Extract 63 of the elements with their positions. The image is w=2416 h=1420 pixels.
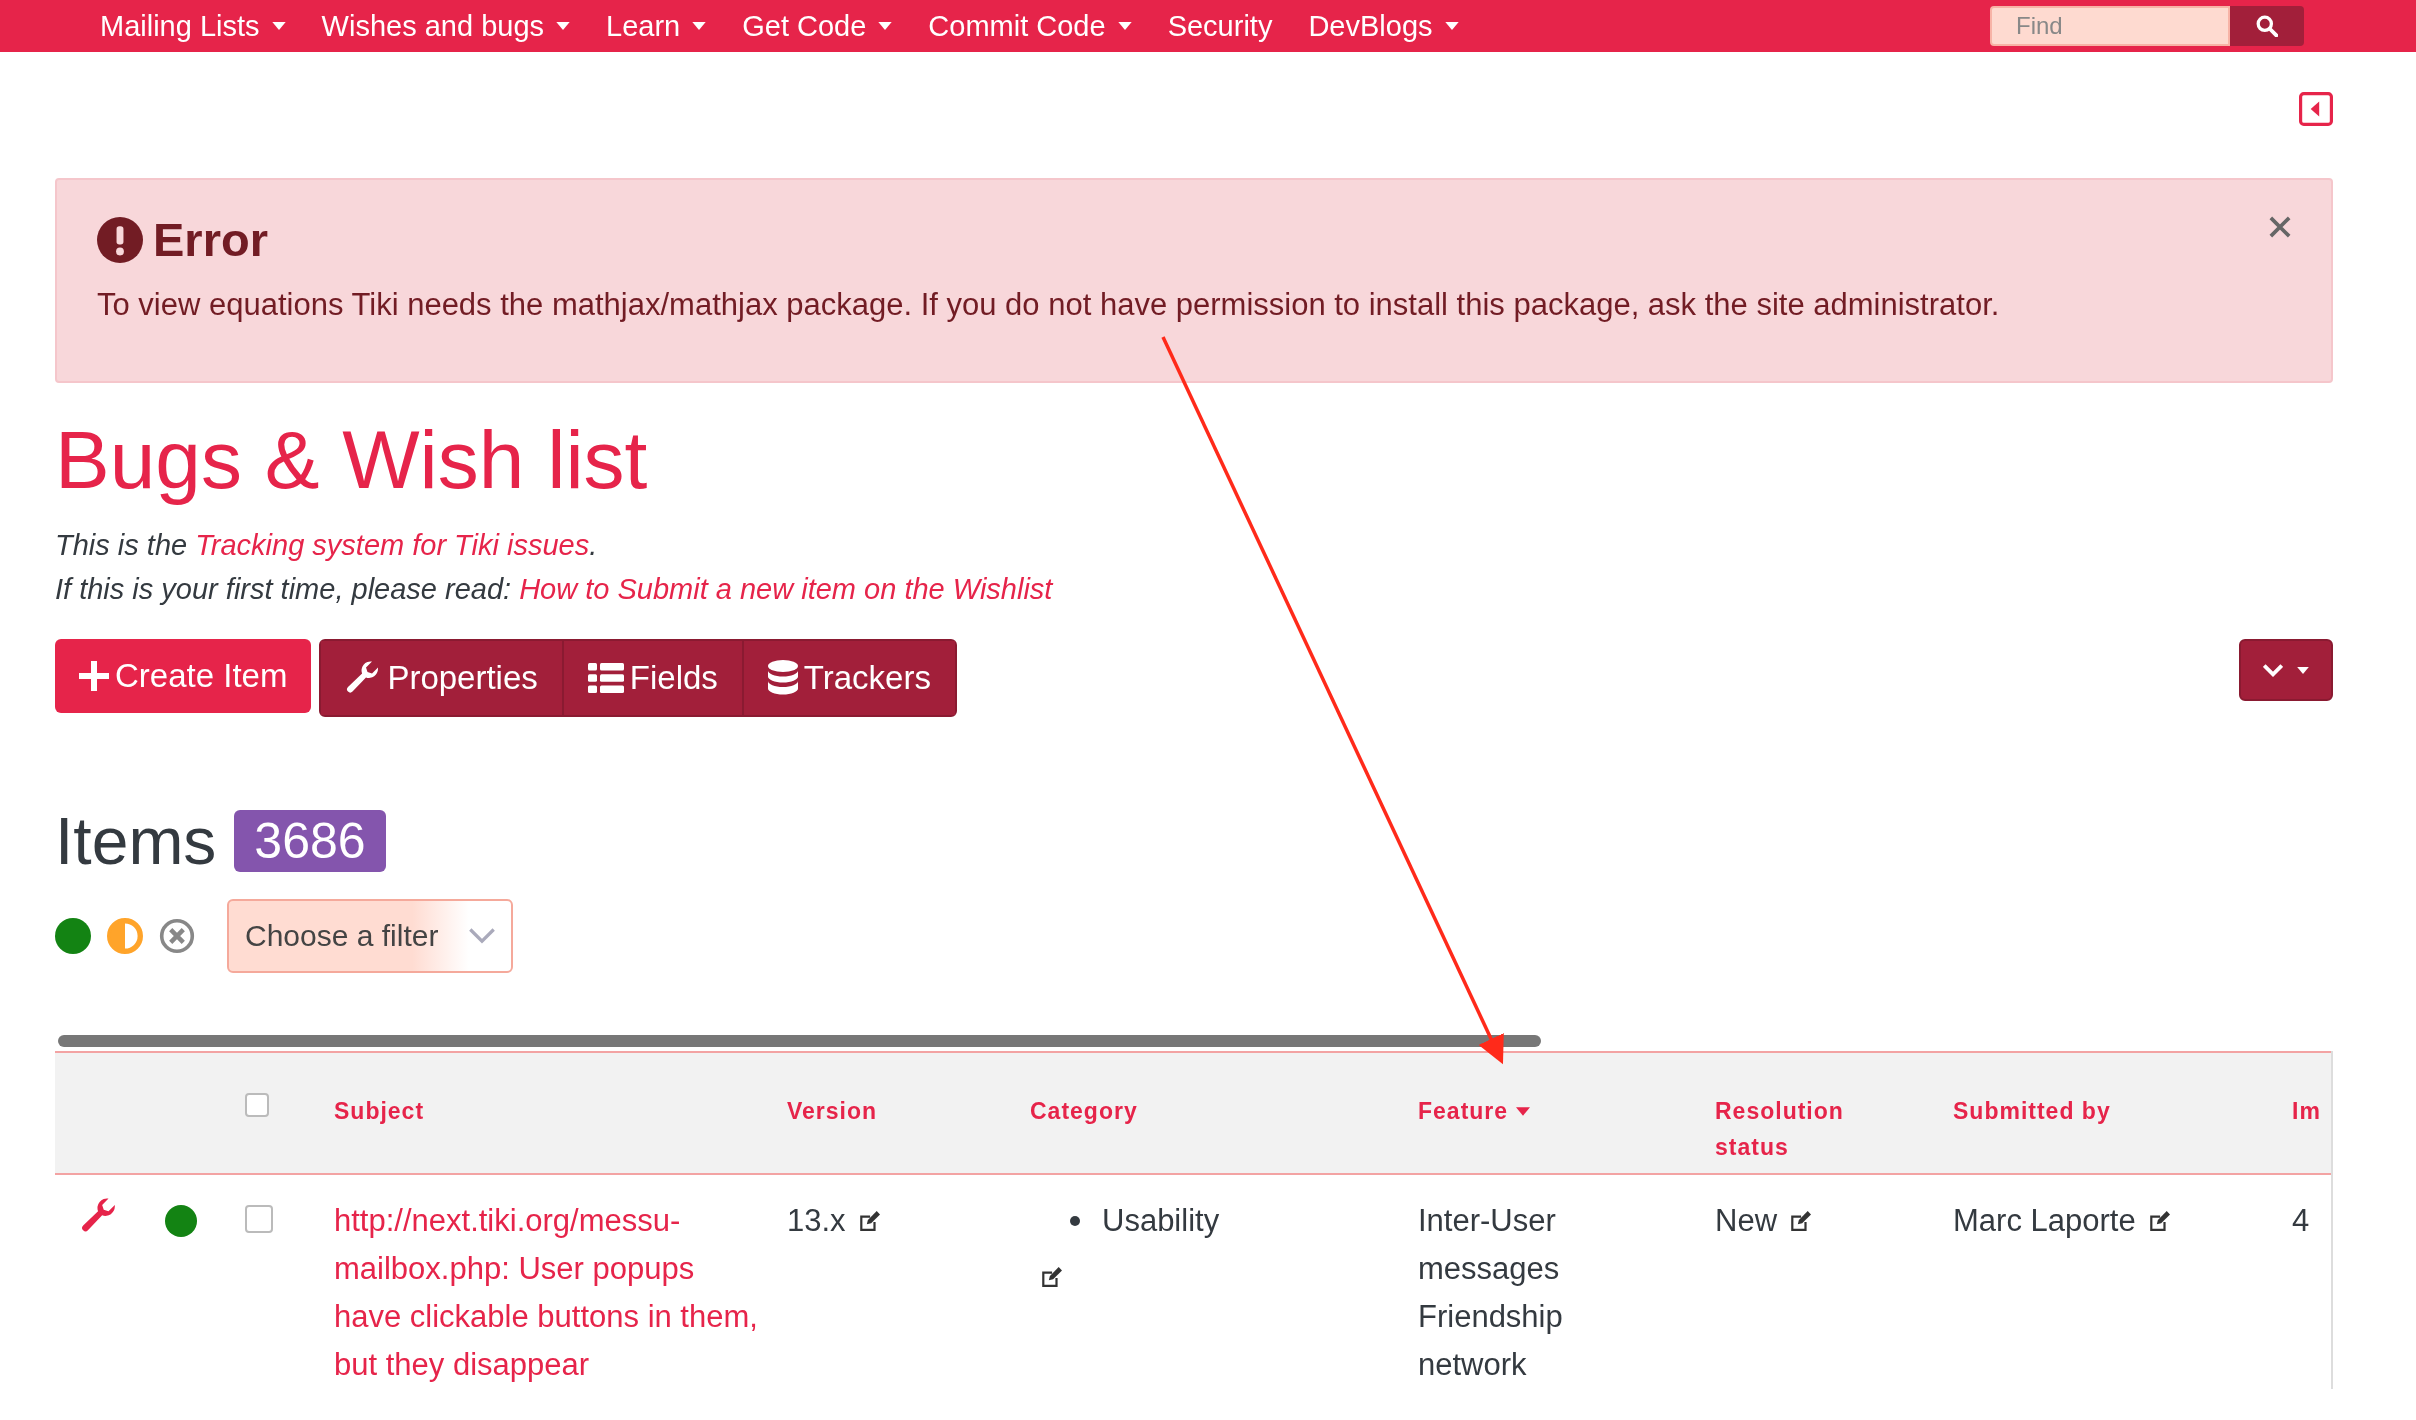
column-header[interactable]: Version <box>787 1093 878 1130</box>
item-count: 3686 <box>234 810 386 873</box>
caret-icon <box>878 22 893 30</box>
column-header[interactable]: Subject <box>334 1093 425 1130</box>
category-text: Usability <box>1102 1202 1220 1241</box>
version-text: 13.x <box>787 1202 846 1241</box>
nav-menu-item[interactable]: Learn <box>606 9 707 43</box>
list-icon <box>587 663 624 694</box>
row-checkbox[interactable] <box>245 1205 273 1234</box>
more-actions-button[interactable] <box>2239 639 2333 702</box>
feature-text: Inter-User messages <box>1418 1202 1561 1289</box>
column-header[interactable]: Submitted by <box>1953 1093 2111 1130</box>
filter-select[interactable]: Choose a filter <box>227 899 513 974</box>
toolbar-button[interactable]: Trackers <box>741 641 955 716</box>
submitter-text: Marc Laporte <box>1953 1202 2136 1241</box>
column-header[interactable]: Category <box>1030 1093 1138 1130</box>
nav-menu-item[interactable]: Security <box>1167 9 1273 43</box>
edit-icon[interactable] <box>1789 1211 1811 1232</box>
status-closed-icon[interactable] <box>159 918 195 955</box>
subject-link[interactable]: http://next.tiki.org/messu-mailbox.php: User popups have clickable buttons in them, but they disappear <box>334 1197 767 1390</box>
resolution-text: New <box>1715 1202 1777 1241</box>
create-item-button[interactable]: Create Item <box>55 639 312 714</box>
alert-title: Error <box>153 212 268 267</box>
caret-icon <box>2297 666 2309 674</box>
description-line: This is the Tracking system for Tiki issues. <box>55 528 599 564</box>
edit-icon[interactable] <box>1040 1267 1062 1288</box>
search-button[interactable] <box>2230 6 2304 46</box>
column-header[interactable]: Feature <box>1418 1093 1531 1130</box>
search-field[interactable]: Find <box>1990 6 2230 46</box>
feature-text: Friendship network <box>1418 1298 1564 1385</box>
nav-menu-item[interactable]: Get Code <box>742 9 893 43</box>
caret-icon <box>556 22 571 30</box>
column-header[interactable]: Resolution status <box>1715 1093 1905 1166</box>
collapse-panel-icon[interactable] <box>2299 92 2333 126</box>
select-all-checkbox[interactable] <box>245 1093 269 1118</box>
nav-menu-item[interactable]: Commit Code <box>928 9 1132 43</box>
plus-icon <box>79 661 109 692</box>
database-icon <box>767 660 798 697</box>
caret-icon <box>271 22 286 30</box>
alert-message: To view equations Tiki needs the mathjax/mathjax package. If you do not have permission to install this package, ask the site administrator. <box>97 287 2001 323</box>
status-open-icon[interactable] <box>55 918 91 955</box>
nav-menu-item[interactable]: Wishes and bugs <box>321 9 571 43</box>
caret-icon <box>692 22 707 30</box>
description-link[interactable]: How to Submit a new item on the Wishlist <box>519 573 1053 606</box>
exclamation-icon <box>97 216 143 263</box>
caret-icon <box>1444 22 1459 30</box>
table-cell: 4 <box>2292 1203 2310 1239</box>
caret-icon <box>1117 22 1132 30</box>
chevron-down-icon <box>469 928 495 945</box>
chevron-down-icon <box>2263 663 2283 677</box>
edit-icon[interactable] <box>857 1211 880 1232</box>
nav-menu-item[interactable]: Mailing Lists <box>100 9 286 43</box>
column-header[interactable]: Im <box>2292 1093 2321 1130</box>
edit-icon[interactable] <box>2147 1211 2170 1232</box>
horizontal-scrollbar[interactable] <box>58 1035 1541 1048</box>
search-icon <box>2256 15 2278 37</box>
bullet-icon <box>1070 1216 1080 1227</box>
page-title: Bugs & Wish list <box>55 415 649 506</box>
description-line: If this is your first time, please read: How to Submit a new item on the Wishlist <box>55 572 1055 608</box>
description-link[interactable]: Tracking system for Tiki issues <box>195 529 590 562</box>
nav-menu-item[interactable]: DevBlogs <box>1308 9 1459 43</box>
items-heading: Items <box>55 803 217 880</box>
sort-icon <box>1516 1106 1531 1116</box>
